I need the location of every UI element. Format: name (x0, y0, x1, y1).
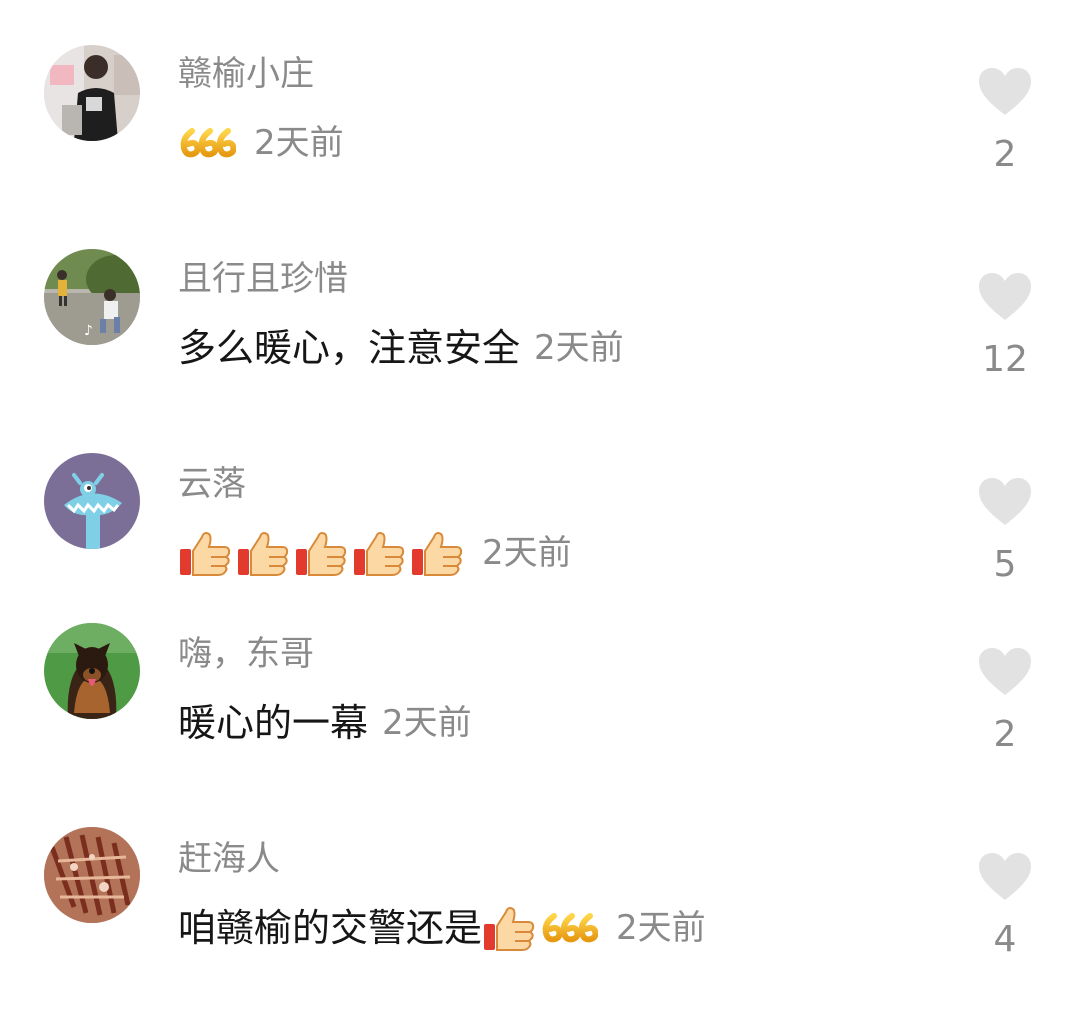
user-avatar[interactable]: ♪ (44, 249, 140, 345)
comment-body: 暖心的一幕 2天前 (178, 698, 472, 748)
user-avatar[interactable] (44, 827, 140, 923)
comment-time: 2天前 (616, 908, 706, 948)
comment-text: 咱赣榆的交警还是 (178, 906, 483, 950)
like-count: 2 (993, 714, 1017, 755)
comment-time: 2天前 (382, 703, 472, 743)
comment-body: 2天前 (178, 118, 344, 168)
like-button[interactable]: 5 (975, 477, 1035, 585)
like-count: 2 (993, 134, 1017, 175)
heart-icon[interactable] (975, 647, 1035, 697)
user-avatar[interactable] (44, 45, 140, 141)
thumbs-up-emoji-icon (410, 529, 464, 577)
666-emoji-icon (540, 911, 599, 945)
user-avatar[interactable] (44, 453, 140, 549)
avatar-cartoon-monster-icon (44, 453, 140, 549)
svg-text:♪: ♪ (84, 323, 93, 339)
comment-item: ♪ 且行且珍惜 多么暖心，注意安全 2天前 12 (0, 245, 1076, 405)
comment-body: 2天前 (178, 528, 572, 578)
like-button[interactable]: 2 (975, 67, 1035, 175)
comment-username[interactable]: 云落 (178, 464, 246, 504)
comment-username[interactable]: 赣榆小庄 (178, 54, 314, 94)
avatar-seafood-photo-icon (44, 827, 140, 923)
comment-time: 2天前 (534, 328, 624, 368)
comment-username[interactable]: 赶海人 (178, 839, 280, 879)
comment-time: 2天前 (482, 533, 572, 573)
like-count: 4 (993, 919, 1017, 960)
comment-item: 赣榆小庄 2天前 2 (0, 40, 1076, 200)
comment-body: 多么暖心，注意安全 2天前 (178, 323, 624, 373)
comment-time: 2天前 (254, 123, 344, 163)
comment-text: 多么暖心，注意安全 (178, 326, 521, 370)
comment-text: 暖心的一幕 (178, 701, 369, 745)
user-avatar[interactable] (44, 623, 140, 719)
heart-icon[interactable] (975, 67, 1035, 117)
thumbs-up-emoji-icon (352, 529, 406, 577)
comment-username[interactable]: 且行且珍惜 (178, 259, 348, 299)
comment-username[interactable]: 嗨，东哥 (178, 634, 314, 674)
heart-icon[interactable] (975, 272, 1035, 322)
666-emoji-icon (178, 126, 236, 160)
avatar-man-photo-icon (44, 45, 140, 141)
comment-item: 云落 2天前 5 (0, 450, 1076, 610)
like-count: 5 (993, 544, 1017, 585)
thumbs-up-emoji-icon (294, 529, 348, 577)
avatar-children-photo-icon: ♪ (44, 249, 140, 345)
avatar-dog-photo-icon (44, 623, 140, 719)
like-button[interactable]: 12 (975, 272, 1035, 380)
thumbs-up-emoji-icon (178, 529, 232, 577)
like-button[interactable]: 4 (975, 852, 1035, 960)
heart-icon[interactable] (975, 477, 1035, 527)
comment-body: 咱赣榆的交警还是 2天前 (178, 903, 706, 953)
thumbs-up-emoji-icon (482, 904, 536, 952)
thumbs-up-emoji-icon (236, 529, 290, 577)
like-count: 12 (982, 339, 1028, 380)
comment-item: 嗨，东哥 暖心的一幕 2天前 2 (0, 620, 1076, 780)
comment-item: 赶海人 咱赣榆的交警还是 2天前 4 (0, 825, 1076, 985)
heart-icon[interactable] (975, 852, 1035, 902)
like-button[interactable]: 2 (975, 647, 1035, 755)
